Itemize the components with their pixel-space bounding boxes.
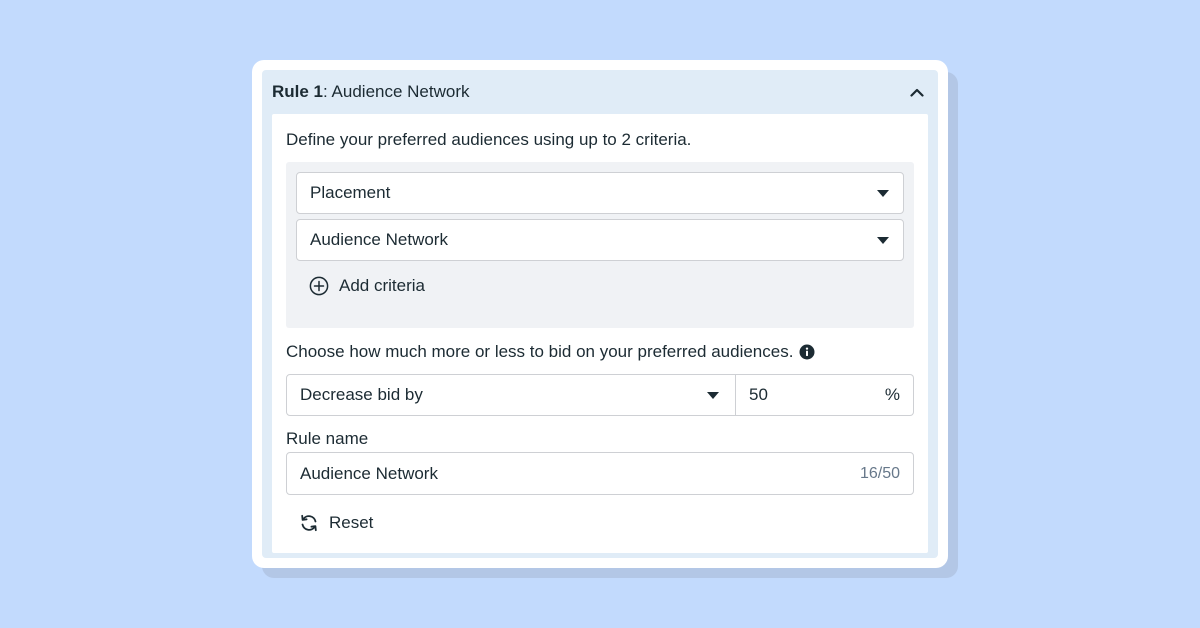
- rule-description: Define your preferred audiences using up…: [286, 130, 692, 149]
- rule-body: Define your preferred audiences using up…: [272, 114, 928, 553]
- bid-value-input[interactable]: [749, 385, 869, 405]
- rule-card: Rule 1: Audience Network Define your pre…: [252, 60, 948, 568]
- rule-number: Rule 1: [272, 82, 324, 101]
- rule-name-field[interactable]: 16/50: [286, 452, 914, 495]
- bid-value-field[interactable]: %: [736, 374, 914, 416]
- percent-unit: %: [884, 385, 900, 404]
- caret-down-icon: [877, 189, 889, 197]
- bid-adjustment-row: Decrease bid by %: [286, 374, 914, 416]
- rule-header[interactable]: Rule 1: Audience Network: [272, 70, 928, 114]
- rule-name-label: Rule name: [286, 429, 369, 448]
- bid-action-select[interactable]: Decrease bid by: [286, 374, 736, 416]
- chevron-up-icon[interactable]: [908, 83, 926, 101]
- criteria-section: Placement Audience Network Add criteria: [286, 162, 914, 328]
- plus-circle-icon: [309, 276, 329, 296]
- caret-down-icon: [877, 236, 889, 244]
- rule-name-input[interactable]: [300, 463, 700, 484]
- add-criteria-label: Add criteria: [339, 276, 425, 295]
- criteria-select-placement[interactable]: Placement: [296, 172, 904, 214]
- criteria-select-audience-network[interactable]: Audience Network: [296, 219, 904, 261]
- caret-down-icon: [707, 391, 719, 399]
- reset-button[interactable]: Reset: [299, 513, 373, 533]
- criteria-select-value: Audience Network: [310, 230, 448, 249]
- bid-label: Choose how much more or less to bid on y…: [286, 340, 914, 364]
- bid-label-text: Choose how much more or less to bid on y…: [286, 342, 794, 361]
- add-criteria-button[interactable]: Add criteria: [309, 276, 425, 296]
- rule-title-name: Audience Network: [331, 82, 470, 101]
- rule-title: Rule 1: Audience Network: [272, 82, 470, 101]
- reset-label: Reset: [329, 513, 374, 532]
- bid-action-value: Decrease bid by: [300, 385, 423, 404]
- rule-panel: Rule 1: Audience Network Define your pre…: [262, 70, 938, 558]
- info-icon[interactable]: [799, 344, 815, 360]
- character-counter: 16/50: [859, 464, 900, 482]
- refresh-icon: [301, 514, 317, 532]
- criteria-select-value: Placement: [310, 183, 391, 202]
